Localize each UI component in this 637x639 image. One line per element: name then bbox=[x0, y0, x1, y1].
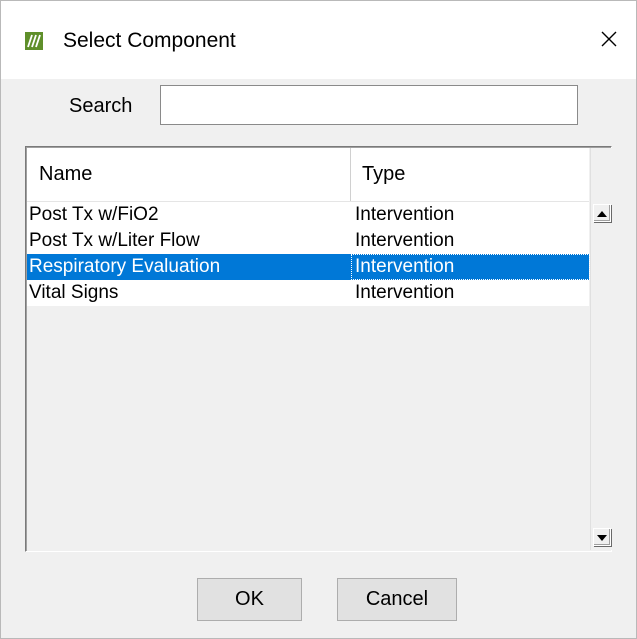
search-label: Search bbox=[69, 95, 133, 117]
title-bar[interactable]: Select Component bbox=[1, 1, 636, 79]
app-logo-icon bbox=[25, 32, 43, 50]
select-component-dialog: Select Component Search Name Type Post T… bbox=[0, 0, 637, 639]
search-input[interactable] bbox=[160, 85, 578, 125]
component-grid: Name Type Post Tx w/FiO2 Intervention Po… bbox=[25, 146, 612, 552]
row-type-cell: Intervention bbox=[355, 230, 455, 251]
scroll-down-arrow-icon bbox=[597, 528, 607, 546]
table-row[interactable]: Vital Signs Intervention bbox=[27, 280, 589, 306]
close-button[interactable] bbox=[591, 23, 627, 59]
grid-header: Name Type bbox=[27, 148, 589, 202]
scroll-up-arrow-icon bbox=[597, 204, 607, 222]
table-row[interactable]: Post Tx w/FiO2 Intervention bbox=[27, 202, 589, 228]
row-type-cell: Intervention bbox=[351, 254, 590, 280]
close-icon bbox=[601, 31, 617, 52]
vertical-scrollbar[interactable] bbox=[590, 148, 612, 550]
scroll-up-button[interactable] bbox=[593, 204, 611, 222]
row-name-cell: Respiratory Evaluation bbox=[29, 256, 221, 277]
window-title: Select Component bbox=[63, 29, 236, 52]
ok-button[interactable]: OK bbox=[197, 578, 302, 621]
cancel-button[interactable]: Cancel bbox=[337, 578, 457, 621]
column-header-name[interactable]: Name bbox=[27, 148, 351, 201]
row-name-cell: Post Tx w/Liter Flow bbox=[29, 230, 200, 251]
scroll-down-button[interactable] bbox=[593, 528, 611, 546]
table-row[interactable]: Post Tx w/Liter Flow Intervention bbox=[27, 228, 589, 254]
column-header-type[interactable]: Type bbox=[351, 148, 589, 201]
row-type-cell: Intervention bbox=[355, 204, 455, 225]
grid-rows: Post Tx w/FiO2 Intervention Post Tx w/Li… bbox=[27, 202, 590, 306]
table-row-selected[interactable]: Respiratory Evaluation Intervention bbox=[27, 254, 590, 280]
row-name-cell: Vital Signs bbox=[29, 282, 119, 303]
row-name-cell: Post Tx w/FiO2 bbox=[29, 204, 159, 225]
row-type-cell: Intervention bbox=[355, 282, 455, 303]
